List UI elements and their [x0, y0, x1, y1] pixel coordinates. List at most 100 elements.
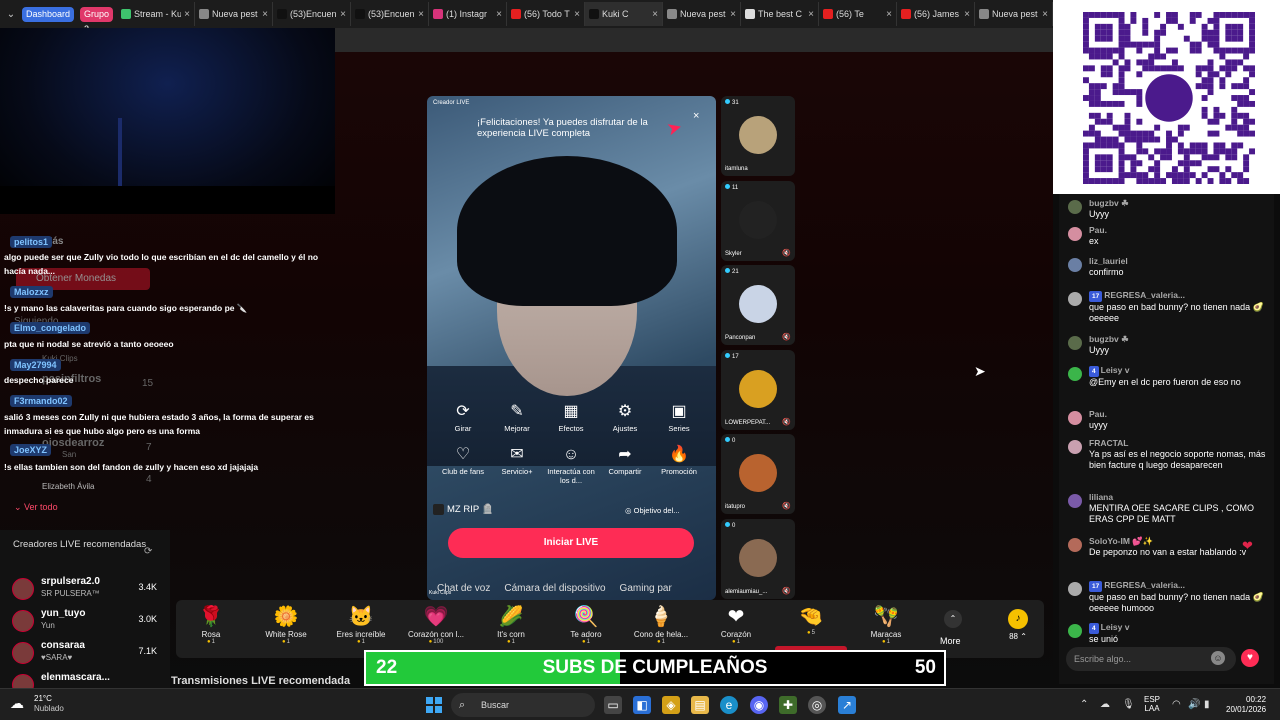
qr-module [1112, 47, 1119, 54]
edge-icon[interactable]: e [720, 696, 738, 714]
goal-button[interactable]: ◎ Objetivo del... [625, 506, 680, 515]
qr-module [1088, 83, 1095, 90]
close-icon[interactable]: × [1042, 9, 1048, 20]
qr-module [1237, 23, 1244, 30]
chat-message: Pau. uyyy [1068, 409, 1269, 431]
tab-group-dashboard[interactable]: Dashboard [21, 6, 74, 22]
tool-enhance[interactable]: ✎ Mejorar [491, 402, 543, 433]
battery-icon[interactable]: ▮ [1204, 699, 1210, 710]
tool-rotate[interactable]: ⟳ Girar [437, 402, 489, 433]
tab-group-grupo2[interactable]: Grupo 2 [79, 6, 113, 28]
coins-balance[interactable]: ♪ 88 ⌃ [994, 608, 1042, 641]
tool-heart[interactable]: ♡ Club de fans [437, 445, 489, 476]
gift-icon: 🐱 [348, 606, 374, 628]
close-icon[interactable]: × [574, 9, 580, 20]
browser-tab[interactable]: Nueva pest × [975, 2, 1053, 26]
see-all-link[interactable]: ⌄ Ver todo [14, 502, 58, 513]
close-icon[interactable]: × [693, 110, 699, 122]
browser-tab[interactable]: Nueva pest × [663, 2, 741, 26]
browser-tab[interactable]: (53)Encuen × [351, 2, 429, 26]
browser-tab[interactable]: The best C × [741, 2, 819, 26]
qr-module [1201, 95, 1208, 101]
creator-row[interactable]: srpulsera2.0 SR PULSERA™ 3.4K [12, 576, 157, 602]
refresh-icon[interactable]: ⟳ [144, 546, 152, 557]
windows-start-icon[interactable] [426, 697, 442, 713]
browser-tab[interactable]: (1) Instagr × [429, 2, 507, 26]
tab-device-camera[interactable]: Cámara del dispositivo [504, 583, 605, 594]
onedrive-icon[interactable]: ☁ [1100, 699, 1110, 710]
live-thumbnail[interactable]: 21 Panconpan 🔇 [721, 265, 795, 345]
qr-module [1136, 160, 1143, 167]
close-icon[interactable]: × [418, 9, 424, 20]
tab-gaming[interactable]: Gaming par [620, 583, 672, 594]
volume-icon[interactable]: 🔊 [1188, 699, 1200, 710]
app-icon-1[interactable]: ✚ [779, 696, 797, 714]
mic-icon[interactable]: 🎙 [1122, 699, 1135, 710]
close-icon[interactable]: × [496, 9, 502, 20]
close-icon[interactable]: × [340, 9, 346, 20]
gift-item[interactable]: 🌽 It's corn1 [478, 602, 544, 645]
file-explorer-icon[interactable]: ▤ [691, 696, 709, 714]
gift-item[interactable]: 🍭 Te adoro1 [553, 602, 619, 645]
browser-tab[interactable]: Stream - Ku × [117, 2, 195, 26]
start-live-button[interactable]: Iniciar LIVE [448, 528, 694, 558]
tool-settings[interactable]: ⚙ Ajustes [599, 402, 651, 433]
viewer-count: 17 [725, 353, 739, 360]
browser-tab[interactable]: (56) Todo T × [507, 2, 585, 26]
close-icon[interactable]: × [886, 9, 892, 20]
tool-effects[interactable]: ▦ Efectos [545, 402, 597, 433]
live-thumbnail[interactable]: 0 itatupro 🔇 [721, 434, 795, 514]
qr-module [1189, 41, 1196, 48]
tool-share[interactable]: ➦ Compartir [599, 445, 651, 476]
gift-item[interactable]: 🪇 Maracas1 [853, 602, 919, 645]
gift-item[interactable]: 🌹 Rosa1 [178, 602, 244, 645]
close-icon[interactable]: × [262, 9, 268, 20]
task-view-icon[interactable]: ▭ [604, 696, 622, 714]
browser-tab[interactable]: (56) Te × [819, 2, 897, 26]
close-icon[interactable]: × [730, 9, 736, 20]
tool-series[interactable]: ▣ Series [653, 402, 705, 433]
close-icon[interactable]: × [808, 9, 814, 20]
more-gifts-button[interactable]: More [940, 636, 961, 646]
gift-item[interactable]: 💗 Corazón con l...100 [403, 602, 469, 645]
live-thumbnail[interactable]: 11 Skyler 🔇 [721, 180, 795, 261]
chevron-up-icon[interactable]: ⌃ [944, 610, 962, 628]
obs-icon[interactable]: ◎ [808, 696, 826, 714]
qr-module [1083, 41, 1089, 48]
clock[interactable]: 00:22 20/01/2026 [1226, 695, 1266, 715]
like-heart-button[interactable]: ♥ [1241, 649, 1259, 667]
tool-flame[interactable]: 🔥 Promoción [653, 445, 705, 476]
tab-list-chevron-icon[interactable]: ⌄ [4, 4, 18, 24]
browser-tab[interactable]: Nueva pest × [195, 2, 273, 26]
tool-service[interactable]: ✉ Servicio+ [491, 445, 543, 476]
chevron-up-tray-icon[interactable]: ⌃ [1080, 699, 1088, 710]
close-icon[interactable]: × [964, 9, 970, 20]
live-thumbnail[interactable]: 31 itamluna [721, 96, 795, 176]
tool-label: Servicio+ [501, 467, 533, 476]
store-icon[interactable]: ◧ [633, 696, 651, 714]
creator-row[interactable]: consaraa ♥SARA♥ 7.1K [12, 640, 157, 666]
wifi-icon[interactable]: ◠ [1172, 699, 1181, 710]
browser-tab[interactable]: (56) James × [897, 2, 975, 26]
live-thumbnail[interactable]: 17 LOWERPEPAT... 🔇 [721, 349, 795, 430]
browser-tab[interactable]: Kuki C × [585, 2, 663, 26]
gift-item[interactable]: 🍦 Cono de hela...1 [628, 602, 694, 645]
language-indicator[interactable]: ESP LAA [1144, 695, 1160, 713]
close-icon[interactable]: × [184, 9, 190, 20]
gift-item[interactable]: 🐱 Eres increíble1 [328, 602, 394, 645]
taskbar-search[interactable]: ⌕ Buscar [451, 693, 595, 717]
gift-item[interactable]: ❤ Corazón1 [703, 602, 769, 645]
gift-item[interactable]: 🤏5 [778, 602, 844, 636]
live-thumbnail[interactable]: 0 alemiaumiau_... 🔇 [721, 518, 795, 599]
close-icon[interactable]: × [652, 9, 658, 20]
browser-tab[interactable]: (53)Encuen × [273, 2, 351, 26]
tool-interact[interactable]: ☺ Interactúa con los d... [545, 445, 597, 485]
copilot-icon[interactable]: ◈ [662, 696, 680, 714]
emoji-icon[interactable]: ☺ [1211, 651, 1225, 665]
live-title[interactable]: MZ RIP 🪦 [433, 504, 494, 515]
qr-module [1083, 12, 1089, 18]
gift-item[interactable]: 🌼 White Rose1 [253, 602, 319, 645]
creator-row[interactable]: yun_tuyo Yun 3.0K [12, 608, 157, 634]
discord-icon[interactable]: ◉ [750, 696, 768, 714]
app-icon-2[interactable]: ↗ [838, 696, 856, 714]
